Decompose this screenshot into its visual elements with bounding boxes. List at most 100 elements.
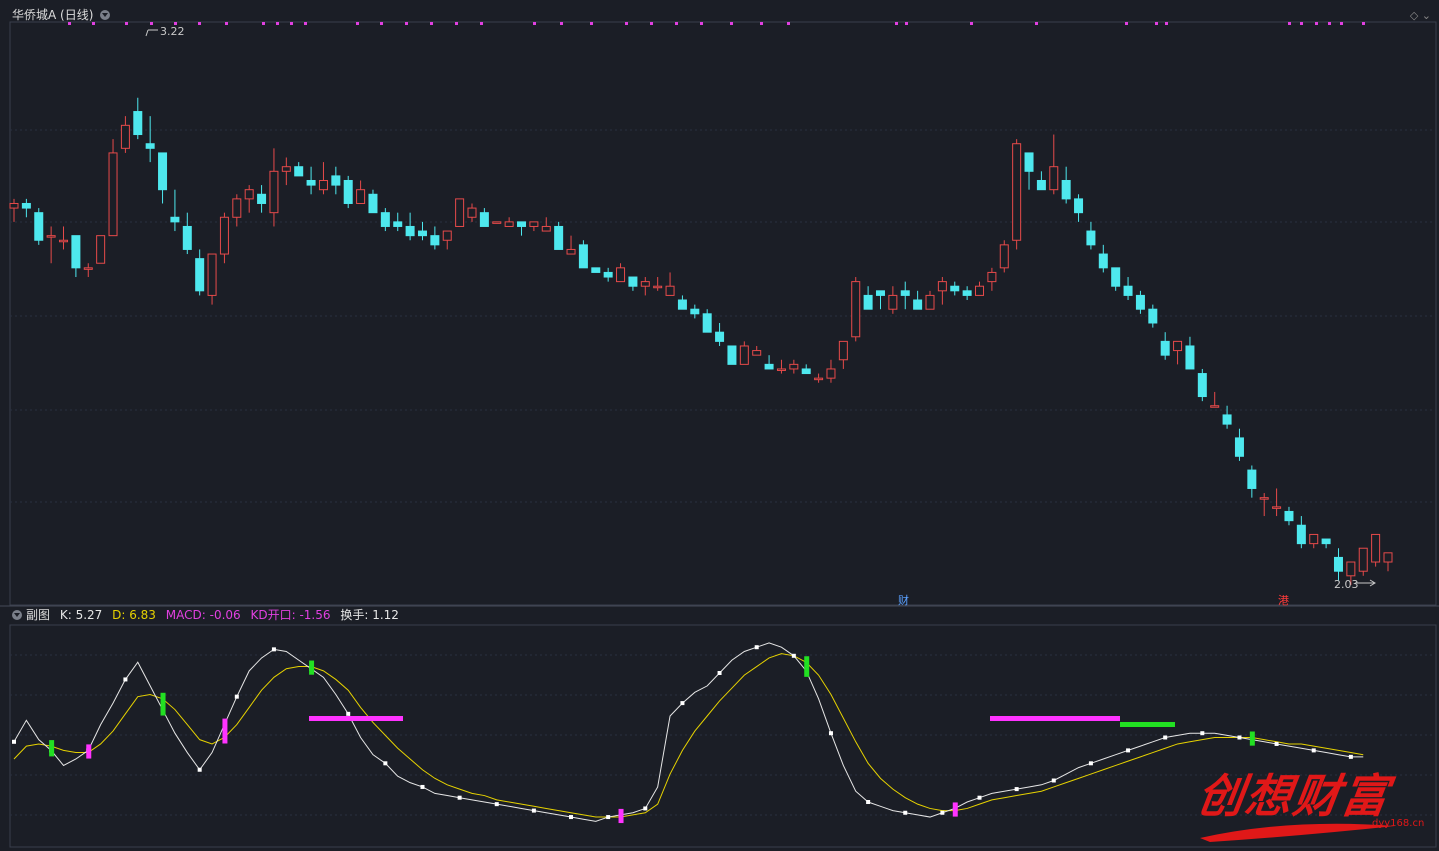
candle-body (331, 175, 341, 186)
stock-chart[interactable] (0, 0, 1439, 851)
candle-body (467, 207, 477, 218)
watermark-url: dyy168.cn (1372, 818, 1425, 829)
candle-body (1036, 179, 1046, 191)
signal-dot (1315, 22, 1318, 25)
candle-body (1272, 506, 1282, 509)
candle-body (616, 267, 626, 283)
candle-body (1197, 373, 1207, 398)
candle-body (975, 285, 985, 296)
candle-body (1049, 166, 1059, 191)
signal-dot (430, 22, 433, 25)
candle-body (46, 235, 56, 238)
candle-body (96, 235, 106, 264)
candle-body (318, 179, 328, 191)
legend-kd-open: KD开口: -1.56 (250, 608, 331, 622)
candle-body (207, 253, 217, 296)
signal-dot (68, 22, 71, 25)
candle-body (1024, 152, 1034, 172)
cross-bar (49, 740, 55, 757)
candle-body (1284, 510, 1294, 522)
finance-marker[interactable]: 财 (898, 592, 909, 608)
candle-body (727, 345, 737, 365)
candle-body (244, 189, 254, 200)
panel-controls: ◇ ⌄ (1410, 9, 1431, 22)
k-marker (977, 795, 982, 800)
candle-body (1371, 533, 1381, 563)
k-marker (1274, 741, 1279, 746)
cross-bar (804, 656, 810, 677)
candle-body (1185, 345, 1195, 370)
kd-open-bar (990, 716, 1120, 721)
candle-body (281, 166, 291, 172)
k-marker (866, 800, 871, 804)
k-marker (383, 761, 388, 766)
dropdown-icon[interactable] (100, 10, 110, 20)
k-marker (680, 701, 685, 706)
signal-dot (970, 22, 973, 25)
candle-body (257, 193, 267, 204)
candle-body (578, 244, 588, 269)
candle-body (628, 276, 638, 287)
candle-body (145, 143, 155, 149)
watermark-logo: 创想财富 (1193, 769, 1394, 823)
cross-bar (160, 692, 166, 716)
candle-body (863, 294, 873, 310)
signal-dot (198, 22, 201, 25)
k-marker (940, 810, 945, 815)
k-marker (903, 810, 908, 815)
main-panel-frame (9, 21, 1437, 606)
low-price-label: 2.03 (1334, 578, 1359, 591)
candle-body (9, 202, 19, 209)
candle-body (888, 294, 898, 310)
candle-body (801, 368, 811, 375)
candle-body (294, 166, 304, 177)
candle-body (417, 230, 427, 237)
chevron-icon[interactable]: ⌄ (1422, 9, 1431, 22)
candle-body (814, 377, 824, 381)
signal-dot (92, 22, 95, 25)
k-marker (1014, 787, 1019, 792)
signal-dot (455, 22, 458, 25)
sub-chart-dropdown-icon[interactable] (12, 610, 22, 620)
candle-body (133, 111, 143, 136)
signal-dot (1340, 22, 1343, 25)
k-marker (717, 671, 722, 675)
candle-body (1173, 340, 1183, 352)
candle-body (1358, 547, 1368, 572)
k-marker (1311, 748, 1316, 753)
candle-body (504, 221, 514, 227)
candle-body (591, 267, 601, 273)
k-marker (1088, 761, 1093, 766)
candle-body (380, 212, 390, 227)
candle-body (120, 124, 130, 149)
kd-open-bar (1120, 722, 1175, 727)
candle-body (195, 258, 205, 292)
diamond-icon[interactable]: ◇ (1410, 9, 1418, 22)
sub-chart-header: 副图 K: 5.27 D: 6.83 MACD: -0.06 KD开口: -1.… (26, 608, 405, 622)
candle-body (1074, 198, 1084, 214)
signal-dot (125, 22, 128, 25)
k-marker (1163, 735, 1168, 740)
candle-body (789, 363, 799, 370)
legend-k: K: 5.27 (59, 608, 103, 622)
candle-body (219, 216, 229, 255)
candle-body (900, 290, 910, 296)
candle-body (690, 308, 700, 315)
k-marker (1237, 735, 1242, 740)
candle-body (517, 221, 527, 227)
candle-body (108, 152, 118, 237)
candle-body (1210, 405, 1220, 408)
candle-body (1123, 285, 1133, 296)
candle-body (752, 350, 762, 356)
candle-body (999, 244, 1009, 269)
signal-dot (625, 22, 628, 25)
k-marker (569, 815, 574, 820)
candle-body (838, 340, 848, 361)
candle-body (875, 290, 885, 296)
candle-body (1383, 552, 1393, 563)
signal-dot (380, 22, 383, 25)
cross-bar (309, 660, 315, 675)
candle-body (71, 235, 81, 269)
hk-connect-marker[interactable]: 港 (1278, 592, 1289, 608)
signal-dot (405, 22, 408, 25)
